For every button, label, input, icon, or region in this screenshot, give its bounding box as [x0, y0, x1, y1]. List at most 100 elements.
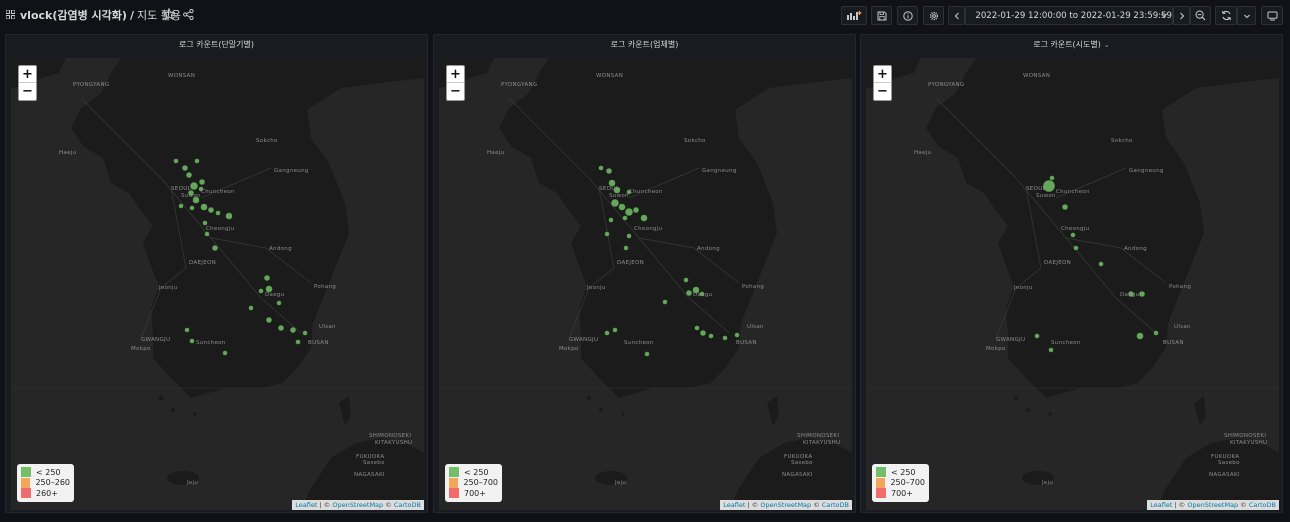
- leaflet-link[interactable]: Leaflet: [723, 501, 745, 509]
- map-marker[interactable]: [212, 245, 218, 251]
- map-marker[interactable]: [190, 182, 198, 190]
- zoom-in-button[interactable]: +: [874, 66, 891, 83]
- star-icon[interactable]: [163, 8, 175, 20]
- map-marker[interactable]: [225, 212, 233, 220]
- map-marker[interactable]: [598, 165, 604, 171]
- refresh-button[interactable]: [1215, 6, 1237, 25]
- map-marker[interactable]: [683, 277, 689, 283]
- map-marker[interactable]: [222, 350, 228, 356]
- osm-link[interactable]: OpenStreetMap: [760, 501, 811, 509]
- map-marker[interactable]: [700, 330, 706, 336]
- map-marker[interactable]: [266, 317, 272, 323]
- osm-link[interactable]: OpenStreetMap: [332, 501, 383, 509]
- map-marker[interactable]: [178, 203, 184, 209]
- map-marker[interactable]: [215, 210, 221, 216]
- map-marker[interactable]: [618, 203, 626, 211]
- map-marker[interactable]: [200, 203, 208, 211]
- map-marker[interactable]: [708, 333, 714, 339]
- map-canvas[interactable]: WONSAN PYONGYANG Haeju Sokcho SEOUL Suwon Chun…: [866, 58, 1279, 510]
- leaflet-link[interactable]: Leaflet: [295, 501, 317, 509]
- panel-title[interactable]: 로그 카운트(업체별): [434, 39, 855, 50]
- leaflet-link[interactable]: Leaflet: [1150, 501, 1172, 509]
- carto-link[interactable]: CartoDB: [1249, 501, 1276, 509]
- zoom-out-time-button[interactable]: [1190, 6, 1211, 25]
- map-marker[interactable]: [1153, 330, 1159, 336]
- map-marker[interactable]: [734, 332, 740, 338]
- map-panel-1[interactable]: 로그 카운트(단말기별) WONSAN PYONGYANG Haeju Sokcho SE…: [5, 34, 428, 513]
- map-marker[interactable]: [612, 327, 618, 333]
- map-marker[interactable]: [186, 172, 192, 178]
- panel-title[interactable]: 로그 카운트(단말기별): [6, 39, 427, 50]
- map-marker[interactable]: [1049, 175, 1055, 181]
- map-canvas[interactable]: WONSAN PYONGYANG Haeju Sokcho SEOUL Suwon Chun…: [439, 58, 852, 510]
- map-marker[interactable]: [1139, 291, 1145, 297]
- map-marker[interactable]: [626, 233, 632, 239]
- map-marker[interactable]: [640, 214, 648, 222]
- panel-menu-caret-icon[interactable]: ⌄: [1104, 41, 1110, 49]
- view-mode-button[interactable]: [1261, 6, 1283, 25]
- map-marker[interactable]: [604, 231, 610, 237]
- map-marker[interactable]: [173, 158, 179, 164]
- map-marker[interactable]: [189, 338, 195, 344]
- map-marker[interactable]: [184, 327, 190, 333]
- time-range-picker[interactable]: 2022-01-29 12:00:00 to 2022-01-29 23:59:…: [965, 6, 1173, 25]
- map-panel-3[interactable]: 로그 카운트(시도별) ⌄ WONSAN PYONGYANG Haeju Sokcho SE…: [860, 34, 1283, 513]
- carto-link[interactable]: CartoDB: [822, 501, 849, 509]
- map-marker[interactable]: [290, 327, 296, 333]
- map-marker[interactable]: [208, 207, 214, 213]
- map-canvas[interactable]: WONSAN PYONGYANG Haeju Sokcho SEOUL Suwon Chun…: [11, 58, 424, 510]
- time-shift-back-button[interactable]: [948, 6, 965, 25]
- map-marker[interactable]: [608, 217, 614, 223]
- map-marker[interactable]: [625, 208, 633, 216]
- map-marker[interactable]: [1070, 232, 1076, 238]
- map-marker[interactable]: [204, 231, 210, 237]
- map-marker[interactable]: [199, 179, 205, 185]
- zoom-in-button[interactable]: +: [19, 66, 36, 83]
- map-marker[interactable]: [1136, 332, 1144, 340]
- map-marker[interactable]: [662, 299, 668, 305]
- map-marker[interactable]: [1062, 204, 1068, 210]
- time-shift-forward-button[interactable]: [1173, 6, 1190, 25]
- map-marker[interactable]: [722, 335, 728, 341]
- zoom-in-button[interactable]: +: [447, 66, 464, 83]
- map-marker[interactable]: [1098, 261, 1104, 267]
- zoom-out-button[interactable]: −: [874, 83, 891, 100]
- save-button[interactable]: [871, 6, 892, 25]
- breadcrumb-folder[interactable]: vlock(감염병 시각화): [20, 9, 127, 22]
- info-button[interactable]: [897, 6, 918, 25]
- map-marker[interactable]: [276, 300, 282, 306]
- refresh-interval-dropdown[interactable]: [1237, 6, 1256, 25]
- map-marker[interactable]: [278, 325, 284, 331]
- map-marker[interactable]: [604, 330, 610, 336]
- map-marker[interactable]: [302, 330, 308, 336]
- map-marker[interactable]: [248, 305, 254, 311]
- settings-button[interactable]: [923, 6, 944, 25]
- carto-link[interactable]: CartoDB: [394, 501, 421, 509]
- map-marker[interactable]: [1034, 333, 1040, 339]
- map-panel-2[interactable]: 로그 카운트(업체별) WONSAN PYONGYANG Haeju Sokcho SEO…: [433, 34, 856, 513]
- map-marker[interactable]: [1073, 245, 1079, 251]
- map-marker[interactable]: [1048, 347, 1054, 353]
- add-panel-button[interactable]: [841, 6, 867, 25]
- panel-title[interactable]: 로그 카운트(시도별) ⌄: [861, 39, 1282, 50]
- osm-link[interactable]: OpenStreetMap: [1187, 501, 1238, 509]
- map-marker[interactable]: [202, 220, 208, 226]
- map-marker[interactable]: [694, 325, 700, 331]
- map-marker[interactable]: [194, 158, 200, 164]
- zoom-out-button[interactable]: −: [447, 83, 464, 100]
- map-marker[interactable]: [606, 168, 612, 174]
- map-marker[interactable]: [633, 207, 639, 213]
- share-icon[interactable]: [183, 9, 194, 20]
- map-marker[interactable]: [295, 339, 301, 345]
- map-marker[interactable]: [189, 205, 195, 211]
- map-marker[interactable]: [686, 290, 692, 296]
- map-marker[interactable]: [622, 215, 628, 221]
- map-marker[interactable]: [264, 275, 270, 281]
- map-marker[interactable]: [258, 288, 264, 294]
- zoom-out-button[interactable]: −: [19, 83, 36, 100]
- map-marker[interactable]: [182, 165, 188, 171]
- map-marker[interactable]: [611, 199, 619, 207]
- map-marker[interactable]: [623, 245, 629, 251]
- apps-icon[interactable]: [6, 10, 15, 19]
- map-marker[interactable]: [644, 351, 650, 357]
